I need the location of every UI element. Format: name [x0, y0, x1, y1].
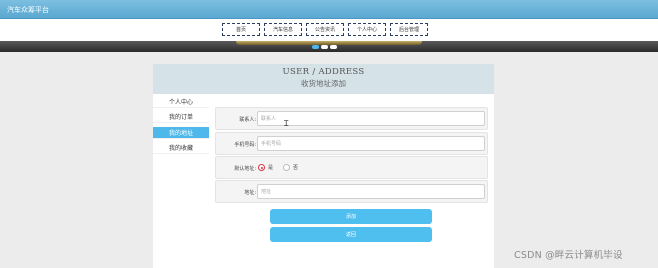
default-yes-radio[interactable]	[258, 164, 265, 171]
carousel-indicators	[312, 45, 337, 49]
default-no-label: 否	[293, 165, 299, 171]
consignee-row: 联系人:	[215, 107, 488, 130]
phone-row: 手机号码:	[215, 132, 488, 155]
phone-label: 手机号码:	[234, 142, 256, 148]
text-cursor-icon: Ɪ	[284, 119, 289, 128]
nav-car-info[interactable]: 汽车信息	[264, 23, 302, 36]
default-yes-label: 是	[268, 165, 274, 171]
carousel-dot-2[interactable]	[321, 45, 328, 49]
default-address-radio-group: 是 否	[258, 164, 305, 171]
nav-admin[interactable]: 后台管理	[390, 23, 428, 36]
default-no-radio[interactable]	[283, 164, 291, 171]
top-bar: 汽车众筹平台	[0, 0, 658, 19]
default-address-row: 默认地址: 是 否	[215, 156, 488, 179]
carousel-dot-3[interactable]	[330, 45, 337, 49]
sidebar-item-my-orders[interactable]: 我的订单	[153, 111, 209, 123]
nav-announcements[interactable]: 公告资讯	[306, 23, 344, 36]
sidebar-item-my-address[interactable]: 我的地址	[153, 127, 209, 139]
submit-button[interactable]: 添加	[270, 209, 432, 224]
watermark: CSDN @畔云计算机毕设	[514, 250, 623, 261]
page-header: USER / ADDRESS 收货地址添加	[153, 64, 494, 94]
address-label: 地址:	[244, 190, 256, 196]
nav-menu: 首页 汽车信息 公告资讯 个人中心 后台管理	[222, 23, 428, 36]
default-address-label: 默认地址:	[234, 166, 256, 172]
phone-input[interactable]	[257, 136, 485, 151]
nav-bar: 首页 汽车信息 公告资讯 个人中心 后台管理	[0, 19, 658, 41]
sidebar: 个人中心 我的订单 我的地址 我的收藏	[153, 94, 209, 268]
nav-home[interactable]: 首页	[222, 23, 260, 36]
sidebar-item-personal-center[interactable]: 个人中心	[153, 96, 209, 108]
consignee-input[interactable]	[257, 111, 485, 126]
app-root: 汽车众筹平台 首页 汽车信息 公告资讯 个人中心 后台管理 USER / ADD…	[0, 0, 658, 268]
site-title: 汽车众筹平台	[7, 6, 49, 14]
back-button[interactable]: 返回	[270, 227, 432, 242]
address-row: 地址:	[215, 180, 488, 203]
address-input[interactable]	[257, 184, 485, 199]
sidebar-item-my-favorites[interactable]: 我的收藏	[153, 142, 209, 154]
nav-personal-center[interactable]: 个人中心	[348, 23, 386, 36]
page-title-en: USER / ADDRESS	[282, 67, 365, 77]
consignee-label: 联系人:	[239, 117, 256, 123]
page-title-cn: 收货地址添加	[301, 79, 346, 88]
carousel-dot-1[interactable]	[312, 45, 319, 49]
